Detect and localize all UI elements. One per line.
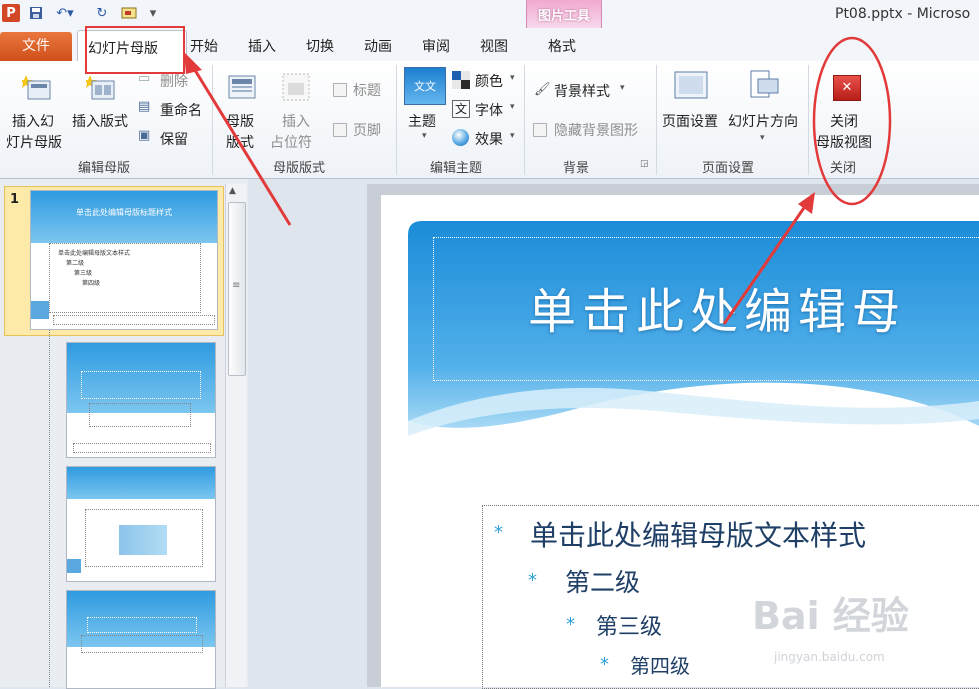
annotation-overlay: [184, 36, 892, 325]
